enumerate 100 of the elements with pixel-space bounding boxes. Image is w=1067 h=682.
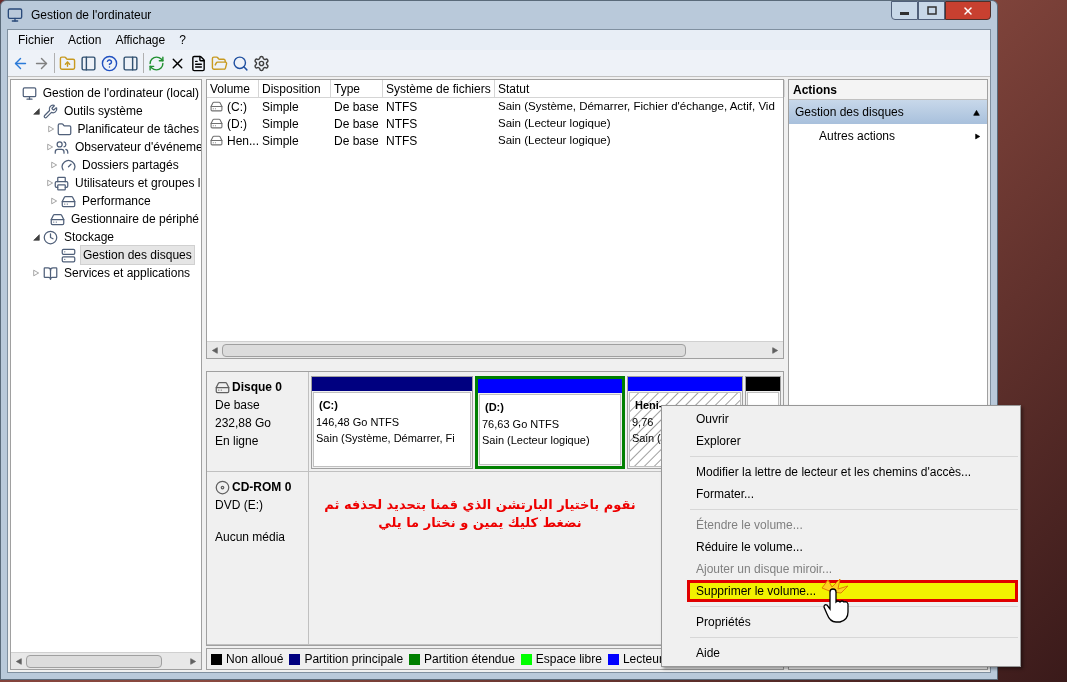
disk-info: Aucun média: [215, 529, 287, 546]
disk-name: CD-ROM 0: [232, 479, 292, 496]
table-cell-text: NTFS: [386, 132, 418, 150]
table-cell-text: Simple: [262, 132, 299, 150]
tree-item[interactable]: Dossiers partagés: [80, 156, 181, 174]
computer-icon: [21, 85, 37, 101]
clock-icon: [43, 229, 58, 245]
tree-item[interactable]: Outils système: [62, 102, 145, 120]
scroll-thumb[interactable]: [26, 654, 162, 668]
menu-item[interactable]: Modifier la lettre de lecteur et les chemins d'accès...: [690, 461, 1018, 483]
menu-item[interactable]: Formater...: [690, 483, 1018, 505]
folder-icon: [56, 121, 72, 137]
annotation-text: نضغط كليك يمين و نختار ما يلي: [377, 514, 583, 532]
minimize-button[interactable]: [891, 1, 918, 20]
action-link[interactable]: Autres actions: [819, 127, 896, 145]
menu-item[interactable]: Explorer: [690, 430, 1018, 452]
maximize-button[interactable]: [918, 1, 945, 20]
actions-section[interactable]: Gestion des disques: [789, 100, 987, 124]
search-icon[interactable]: [232, 54, 249, 72]
menu-item[interactable]: Fichier: [18, 31, 54, 49]
legend-label: Partition étendue: [424, 651, 515, 668]
table-cell-text: (C:): [227, 98, 247, 116]
scroll-left-icon[interactable]: [211, 346, 218, 354]
actions-header: Actions: [789, 80, 987, 100]
table-cell-text: Simple: [262, 115, 299, 133]
menu-item[interactable]: Action: [68, 31, 102, 49]
scroll-right-icon[interactable]: [772, 346, 779, 354]
help-icon[interactable]: [101, 54, 118, 72]
wrench-icon: [43, 103, 58, 119]
partition-status: Sain (Système, Démarrer, Fi: [316, 431, 455, 446]
collapse-arrow-icon[interactable]: [32, 233, 40, 241]
menu-item[interactable]: ?: [179, 31, 186, 49]
menu-item[interactable]: Aide: [690, 642, 1018, 664]
settings-icon[interactable]: [253, 54, 270, 72]
table-cell-text: NTFS: [386, 98, 418, 116]
disk-info: De base: [215, 397, 261, 414]
disk-info: DVD (E:): [215, 497, 264, 514]
menu-item[interactable]: Propriétés: [690, 611, 1018, 633]
refresh-icon[interactable]: [148, 54, 165, 72]
collapse-arrow-icon[interactable]: [32, 107, 40, 115]
table-cell-text: De base: [334, 132, 379, 150]
window-title: Gestion de l'ordinateur: [31, 7, 152, 24]
table-cell-text: Sain (Système, Démarrer, Fichier d'échange, Actif, Vid: [498, 98, 775, 114]
column-header[interactable]: Disposition: [259, 80, 331, 97]
printer-icon: [54, 175, 69, 191]
scroll-thumb[interactable]: [222, 343, 687, 357]
partition-status: Sain (: [632, 431, 661, 446]
table-cell-text: Sain (Lecteur logique): [498, 132, 611, 148]
table-cell-text: NTFS: [386, 115, 418, 133]
tree-pane-icon[interactable]: [80, 54, 97, 72]
partition-size: 9,76: [632, 414, 654, 430]
scroll-left-icon[interactable]: [15, 657, 22, 665]
action-pane-icon[interactable]: [122, 54, 139, 72]
column-header[interactable]: Type: [331, 80, 383, 97]
partition-size: 76,63 Go NTFS: [482, 416, 560, 432]
tree-item[interactable]: Gestion de l'ordinateur (local): [40, 84, 201, 102]
table-cell-text: Hen...: [227, 132, 259, 150]
menu-item[interactable]: Réduire le volume...: [690, 536, 1018, 558]
table-cell-text: Sain (Lecteur logique): [498, 115, 611, 131]
table-cell-text: Simple: [262, 98, 299, 116]
legend-label: Espace libre: [535, 651, 602, 668]
collapse-icon[interactable]: [972, 108, 981, 116]
app-icon: [7, 7, 23, 23]
tree-item[interactable]: Planificateur de tâches: [75, 120, 201, 138]
server-icon: [61, 247, 76, 263]
table-scrollbar[interactable]: [207, 341, 783, 358]
close-button[interactable]: [945, 1, 991, 20]
properties-icon[interactable]: [190, 54, 207, 72]
disk-info: 232,88 Go: [215, 415, 273, 432]
column-header[interactable]: Statut: [495, 80, 785, 97]
column-header[interactable]: Volume: [207, 80, 259, 97]
submenu-arrow-icon[interactable]: [975, 131, 981, 141]
table-cell-text: De base: [334, 115, 379, 133]
partition-name: Heni-: [634, 398, 664, 413]
tree-item[interactable]: Gestionnaire de périphé: [68, 210, 201, 228]
scroll-right-icon[interactable]: [190, 657, 197, 665]
tree-item[interactable]: Services et applications: [62, 264, 193, 282]
tree-scrollbar[interactable]: [11, 652, 201, 669]
minimize-icon: [900, 12, 909, 15]
book-icon: [43, 265, 58, 281]
partition[interactable]: (C:) 146,48 Go NTFS Sain (Système, Démarrer, Fi: [311, 376, 473, 469]
partition-status: Sain (Lecteur logique): [482, 433, 590, 448]
menu-item[interactable]: Ouvrir: [690, 408, 1018, 430]
users-icon: [54, 139, 69, 155]
menu-item[interactable]: Affichage: [115, 31, 166, 49]
legend-label: Partition principale: [304, 651, 404, 668]
column-header[interactable]: Système de fichiers: [383, 80, 495, 97]
partition[interactable]: (D:) 76,63 Go NTFS Sain (Lecteur logique): [475, 376, 625, 469]
partition-size: 146,48 Go NTFS: [316, 414, 400, 430]
tree-item[interactable]: Gestion des disques: [80, 245, 195, 265]
gauge-icon: [61, 157, 76, 173]
annotation-text: نقوم باختيار البارتشن الذي قمنا بتحديد لحذفه ثم: [323, 496, 637, 514]
tree-item[interactable]: Performance: [80, 192, 153, 210]
menu-item[interactable]: Supprimer le volume...: [687, 580, 1018, 602]
legend-label: Lecteur: [622, 651, 663, 668]
table-cell-text: (D:): [227, 115, 247, 133]
tree-item[interactable]: Utilisateurs et groupes l: [73, 174, 201, 192]
drive-icon: [210, 100, 223, 113]
partition-color-bar: [746, 377, 780, 391]
tree-item[interactable]: Stockage: [62, 228, 117, 246]
